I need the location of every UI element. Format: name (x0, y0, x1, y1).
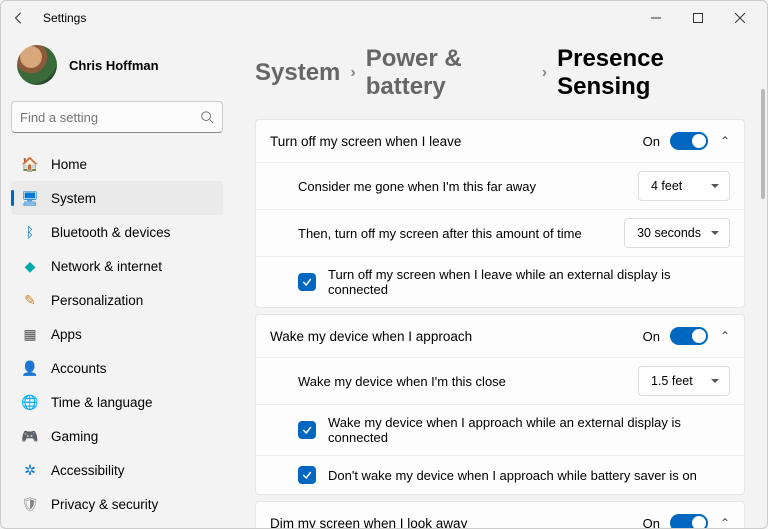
window-title: Settings (43, 11, 86, 25)
toggle-switch[interactable] (670, 514, 708, 528)
chevron-right-icon: › (542, 64, 547, 82)
network-internet-icon: ◆ (21, 257, 39, 275)
sidebar-item-home[interactable]: 🏠 Home (11, 147, 223, 181)
sidebar-item-time-language[interactable]: 🌐 Time & language (11, 385, 223, 419)
minimize-button[interactable] (635, 3, 677, 33)
setting-sublabel: Wake my device when I'm this close (298, 374, 638, 389)
sidebar-item-apps[interactable]: ▦ Apps (11, 317, 223, 351)
bluetooth-devices-icon: ᛒ (21, 223, 39, 241)
sidebar-item-label: Home (51, 157, 87, 172)
dropdown[interactable]: 30 seconds (624, 218, 730, 248)
checkbox[interactable] (298, 466, 316, 484)
scrollbar-thumb[interactable] (761, 89, 765, 199)
checkbox-label: Don't wake my device when I approach whi… (328, 468, 697, 483)
toggle-state-label: On (643, 134, 660, 149)
maximize-button[interactable] (677, 3, 719, 33)
user-block[interactable]: Chris Hoffman (11, 39, 223, 101)
sidebar-item-label: Bluetooth & devices (51, 225, 170, 240)
sidebar-item-label: Accessibility (51, 463, 125, 478)
setting-card: Dim my screen when I look awayOn ⌃Dim my … (255, 501, 745, 528)
toggle-switch[interactable] (670, 327, 708, 345)
dropdown[interactable]: 1.5 feet (638, 366, 730, 396)
sidebar-item-bluetooth-devices[interactable]: ᛒ Bluetooth & devices (11, 215, 223, 249)
crumb-power[interactable]: Power & battery (366, 45, 532, 101)
setting-sublabel: Then, turn off my screen after this amou… (298, 226, 624, 241)
setting-card: Wake my device when I approachOn⌃Wake my… (255, 314, 745, 495)
back-button[interactable] (7, 6, 31, 30)
privacy-security-icon: 🛡 (21, 495, 39, 513)
time-language-icon: 🌐 (21, 393, 39, 411)
sidebar-item-personalization[interactable]: ✎ Personalization (11, 283, 223, 317)
checkbox[interactable] (298, 421, 316, 439)
sidebar-item-network-internet[interactable]: ◆ Network & internet (11, 249, 223, 283)
sidebar-item-accounts[interactable]: 👤 Accounts (11, 351, 223, 385)
scrollbar[interactable] (761, 89, 765, 524)
sidebar-item-label: Privacy & security (51, 497, 158, 512)
sidebar-item-label: Personalization (51, 293, 143, 308)
sidebar-item-windows-update[interactable]: ⟳Windows Update (11, 521, 223, 528)
setting-checkrow: Wake my device when I approach while an … (256, 404, 744, 455)
toggle-state-label: On (643, 516, 660, 529)
sidebar-item-label: Time & language (51, 395, 153, 410)
breadcrumb: System › Power & battery › Presence Sens… (255, 45, 745, 101)
system-icon: 🖥 (21, 189, 39, 207)
dropdown[interactable]: 4 feet (638, 171, 730, 201)
setting-card-header[interactable]: Dim my screen when I look awayOn ⌃ (256, 502, 744, 528)
sidebar-item-label: Gaming (51, 429, 98, 444)
content-pane: System › Power & battery › Presence Sens… (233, 35, 767, 528)
checkbox-label: Turn off my screen when I leave while an… (328, 267, 730, 297)
search-icon (200, 110, 214, 124)
sidebar-item-system[interactable]: 🖥 System (11, 181, 223, 215)
sidebar-item-label: System (51, 191, 96, 206)
sidebar-item-gaming[interactable]: 🎮 Gaming (11, 419, 223, 453)
apps-icon: ▦ (21, 325, 39, 343)
accessibility-icon: ✲ (21, 461, 39, 479)
chevron-right-icon: › (350, 64, 355, 82)
setting-card: Turn off my screen when I leaveOn ⌃ Consid… (255, 119, 745, 308)
avatar (17, 45, 57, 85)
personalization-icon: ✎ (21, 291, 39, 309)
search-input[interactable] (20, 110, 200, 125)
checkbox-label: Wake my device when I approach while an … (328, 415, 730, 445)
sidebar-item-label: Apps (51, 327, 82, 342)
setting-card-header[interactable]: Wake my device when I approachOn ⌃ (256, 315, 744, 357)
setting-checkrow: Turn off my screen when I leave while an… (256, 256, 744, 307)
chevron-up-icon[interactable]: ⌃ (720, 134, 730, 148)
setting-subrow: Wake my device when I'm this close1.5 fe… (256, 357, 744, 404)
sidebar-item-privacy-security[interactable]: 🛡 Privacy & security (11, 487, 223, 521)
sidebar-item-accessibility[interactable]: ✲ Accessibility (11, 453, 223, 487)
setting-title: Wake my device when I approach (270, 329, 643, 344)
setting-card-header[interactable]: Turn off my screen when I leaveOn ⌃ (256, 120, 744, 162)
setting-subrow: Consider me gone when I'm this far away4… (256, 162, 744, 209)
setting-title: Turn off my screen when I leave (270, 134, 643, 149)
toggle-state-label: On (643, 329, 660, 344)
sidebar-item-label: Accounts (51, 361, 107, 376)
setting-checkrow: Don't wake my device when I approach whi… (256, 455, 744, 494)
chevron-up-icon[interactable]: ⌃ (720, 516, 730, 528)
sidebar: Chris Hoffman 🏠 Home 🖥 System ᛒ Bluetooth & d… (1, 35, 233, 528)
setting-title: Dim my screen when I look away (270, 516, 643, 529)
setting-subrow: Then, turn off my screen after this amou… (256, 209, 744, 256)
accounts-icon: 👤 (21, 359, 39, 377)
crumb-presence: Presence Sensing (557, 45, 745, 101)
toggle-switch[interactable] (670, 132, 708, 150)
chevron-up-icon[interactable]: ⌃ (720, 329, 730, 343)
search-field[interactable] (11, 101, 223, 133)
gaming-icon: 🎮 (21, 427, 39, 445)
home-icon: 🏠 (21, 155, 39, 173)
close-button[interactable] (719, 3, 761, 33)
sidebar-item-label: Network & internet (51, 259, 162, 274)
titlebar: Settings (1, 1, 767, 35)
setting-sublabel: Consider me gone when I'm this far away (298, 179, 638, 194)
user-name: Chris Hoffman (69, 58, 159, 73)
crumb-system[interactable]: System (255, 59, 340, 87)
checkbox[interactable] (298, 273, 316, 291)
